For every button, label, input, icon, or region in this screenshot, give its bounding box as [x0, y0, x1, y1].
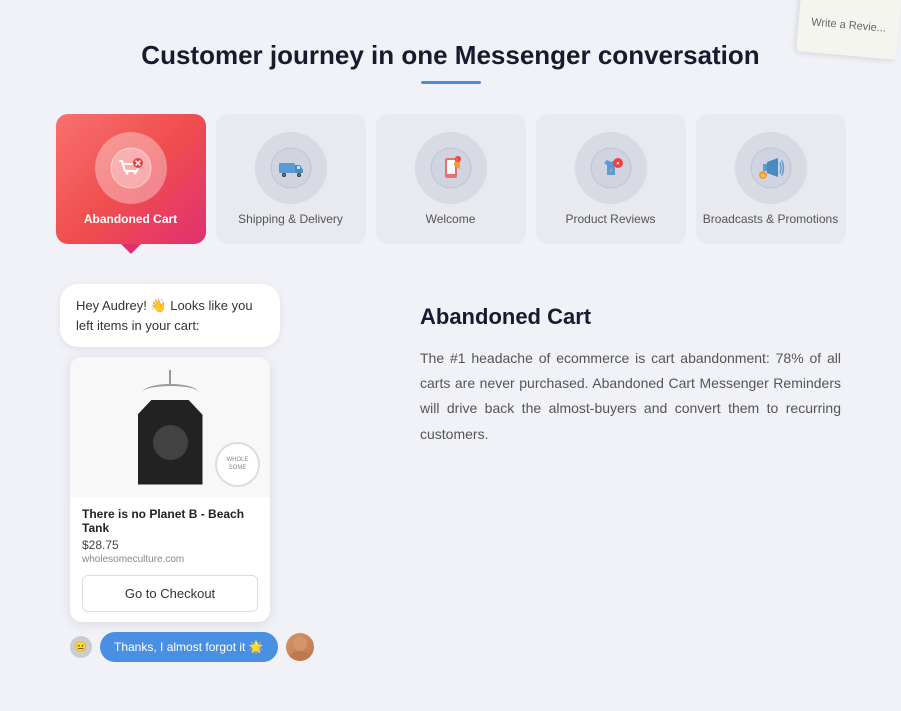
cart-icon — [110, 147, 152, 189]
card-welcome[interactable]: ! Welcome — [376, 114, 526, 244]
broadcast-icon: % — [750, 147, 792, 189]
product-card: WHOLESOME There is no Planet B - Beach T… — [70, 357, 270, 622]
product-info: There is no Planet B - Beach Tank $28.75… — [70, 497, 270, 622]
thanks-bubble: Thanks, I almost forgot it 🌟 — [100, 632, 278, 662]
welcome-icon: ! — [430, 147, 472, 189]
page-title: Customer journey in one Messenger conver… — [20, 40, 881, 71]
card-label-abandoned-cart: Abandoned Cart — [84, 212, 177, 226]
svg-text:%: % — [761, 173, 765, 178]
cards-row: Abandoned Cart — [20, 114, 881, 244]
card-label-reviews: Product Reviews — [565, 212, 655, 226]
card-icon-circle-shipping — [255, 132, 327, 204]
product-name: There is no Planet B - Beach Tank — [82, 507, 258, 535]
brand-text: WHOLESOME — [226, 457, 248, 473]
reviews-icon: ♥ ★ — [590, 147, 632, 189]
card-icon-circle-reviews: ♥ ★ — [575, 132, 647, 204]
card-product-reviews[interactable]: ♥ ★ Product Reviews — [536, 114, 686, 244]
description-section: Abandoned Cart The #1 headache of ecomme… — [420, 284, 841, 447]
chat-bubble-greeting: Hey Audrey! 👋 Looks like you left items … — [60, 284, 280, 347]
card-broadcasts-promotions[interactable]: % Broadcasts & Promotions — [696, 114, 846, 244]
svg-text:♥: ♥ — [616, 161, 619, 167]
user-avatar — [286, 633, 314, 661]
svg-text:!: ! — [456, 157, 457, 162]
content-section: Hey Audrey! 👋 Looks like you left items … — [20, 284, 881, 662]
product-price: $28.75 — [82, 538, 258, 552]
card-shipping-delivery[interactable]: Shipping & Delivery — [216, 114, 366, 244]
reaction-dot: 😐 — [70, 636, 92, 658]
truck-icon — [270, 147, 312, 189]
card-icon-circle-welcome: ! — [415, 132, 487, 204]
description-title: Abandoned Cart — [420, 304, 841, 330]
product-image-area: WHOLESOME — [70, 357, 270, 497]
card-abandoned-cart[interactable]: Abandoned Cart — [56, 114, 206, 244]
product-domain: wholesomeculture.com — [82, 554, 258, 565]
card-icon-circle-abandoned-cart — [95, 132, 167, 204]
messenger-preview: Hey Audrey! 👋 Looks like you left items … — [60, 284, 360, 662]
corner-note: Write a Revie... — [796, 0, 901, 60]
reaction-row: 😐 Thanks, I almost forgot it 🌟 — [70, 632, 360, 662]
description-text: The #1 headache of ecommerce is cart aba… — [420, 346, 841, 447]
title-section: Customer journey in one Messenger conver… — [20, 40, 881, 84]
title-underline — [421, 81, 481, 84]
card-label-welcome: Welcome — [426, 212, 476, 226]
brand-badge: WHOLESOME — [215, 442, 260, 487]
card-label-shipping: Shipping & Delivery — [238, 212, 343, 226]
card-icon-circle-broadcasts: % — [735, 132, 807, 204]
page-wrapper: Write a Revie... Customer journey in one… — [0, 0, 901, 711]
checkout-button[interactable]: Go to Checkout — [82, 575, 258, 612]
greeting-text: Hey Audrey! 👋 Looks like you left items … — [76, 298, 253, 333]
card-label-broadcasts: Broadcasts & Promotions — [703, 212, 838, 226]
corner-text: Write a Revie... — [811, 16, 887, 34]
thanks-text: Thanks, I almost forgot it 🌟 — [114, 640, 264, 654]
svg-text:★: ★ — [608, 168, 613, 174]
